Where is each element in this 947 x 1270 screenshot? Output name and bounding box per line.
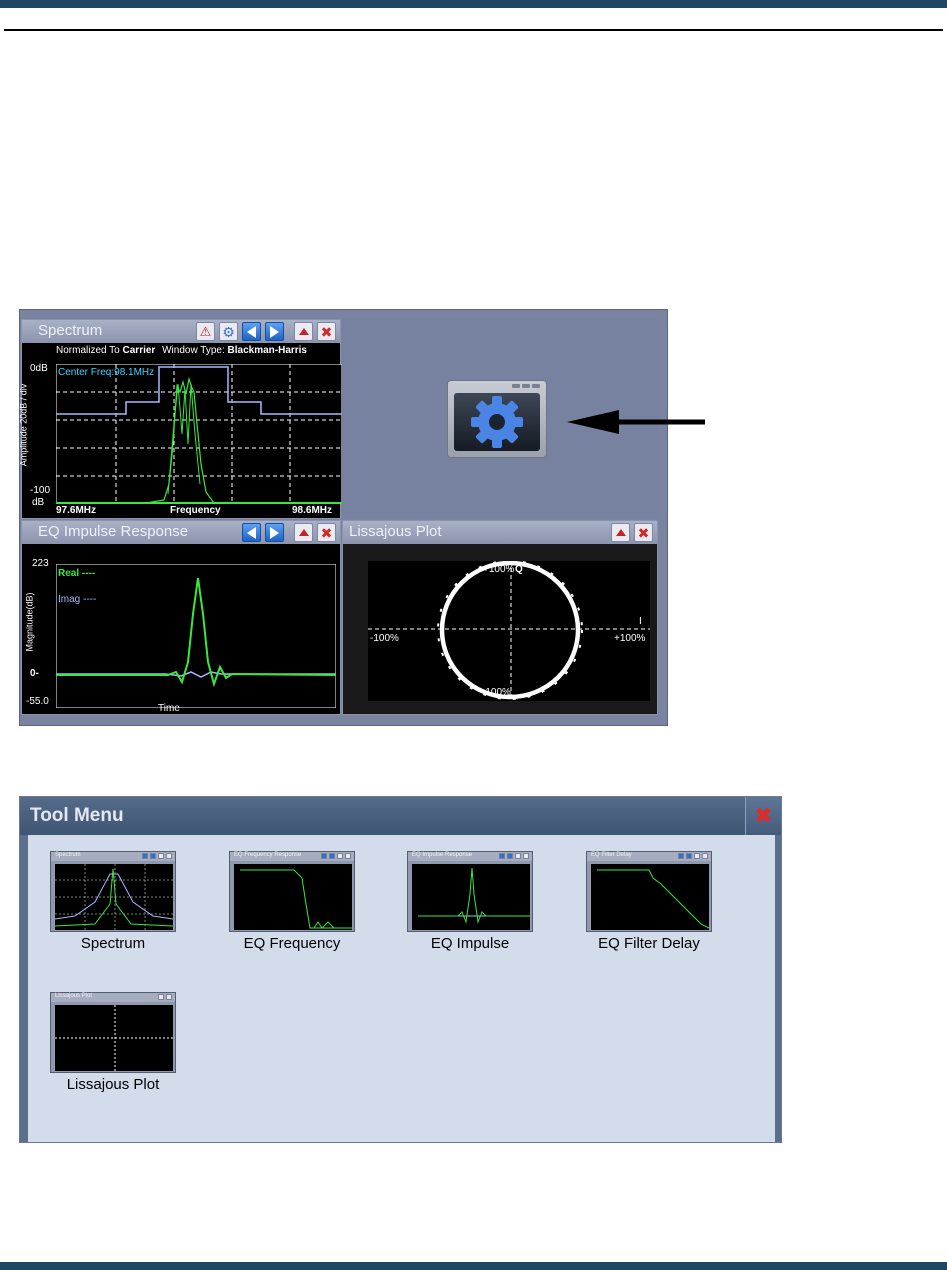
tool-eq-filter-delay-label: EQ Filter Delay [598, 935, 700, 952]
tool-menu-screenshot: Tool Menu ✖ Spectrum Spectrum EQ Frequen… [19, 796, 782, 1143]
spectrum-center-freq: Center Freq:98.1MHz [58, 367, 155, 378]
pointer-arrow [567, 410, 705, 434]
lissajous-plot [368, 561, 650, 701]
spectrum-x-right: 98.6MHz [292, 505, 333, 516]
spectrum-y-bottom: -100 [30, 485, 51, 496]
prev-arrow-icon[interactable] [242, 523, 261, 542]
lissajous-panel: Lissajous Plot ✖ +100% Q I -100% +100% -… [342, 520, 658, 715]
eq-impulse-panel: EQ Impulse Response ✖ 223 0- -55.0 Magni… [21, 520, 341, 715]
maximize-icon[interactable] [294, 523, 313, 542]
tool-eq-frequency[interactable]: EQ Frequency Response EQ Frequency [229, 851, 355, 952]
lissajous-q-label: Q [515, 564, 523, 575]
close-icon[interactable]: ✖ [634, 523, 653, 542]
lissajous-left-label: -100% [370, 633, 399, 644]
spectrum-x-center: Frequency [170, 505, 221, 516]
tool-eq-frequency-thumbnail: EQ Frequency Response [229, 851, 355, 932]
marker-icon[interactable]: ⚠ [196, 322, 215, 341]
eq-impulse-legend-imag: Imag ---- [58, 594, 97, 605]
tool-menu-left-border [20, 835, 28, 1142]
tool-eq-filter-delay[interactable]: EQ Filter Delay EQ Filter Delay [586, 851, 712, 952]
close-icon[interactable]: ✖ [317, 523, 336, 542]
spectrum-y-top: 0dB [30, 363, 48, 374]
spectrum-title: Spectrum [38, 322, 103, 339]
prev-arrow-icon[interactable] [242, 322, 261, 341]
eq-impulse-y-zero: 0- [30, 668, 39, 679]
spectrum-plot [56, 364, 342, 504]
spectrum-panel: Spectrum ⚠ ⚙ ✖ Normalized To Carrier Win… [18, 319, 342, 519]
lissajous-titlebar[interactable]: Lissajous Plot ✖ [343, 521, 657, 544]
spectrum-info: Normalized To Carrier Window Type: Black… [56, 345, 307, 356]
spectrum-y-axis-label: Amplitude 20dB / div [18, 383, 29, 467]
eq-impulse-plot [56, 564, 336, 708]
eq-impulse-x-label: Time [158, 703, 180, 714]
eq-impulse-titlebar[interactable]: EQ Impulse Response ✖ [22, 521, 340, 544]
spectrum-y-unit: dB [32, 497, 45, 508]
lissajous-bottom-label: -100% [482, 687, 511, 698]
tool-spectrum-thumbnail: Spectrum [50, 851, 176, 932]
tool-lissajous-plot[interactable]: Lissajous Plot Lissajous Plot [50, 992, 176, 1093]
tool-menu-close-button[interactable]: ✖ [745, 797, 781, 835]
tool-eq-filter-delay-thumbnail: EQ Filter Delay [586, 851, 712, 932]
tool-spectrum[interactable]: Spectrum Spectrum [50, 851, 176, 952]
footer-bar [0, 1262, 947, 1270]
close-icon[interactable]: ✖ [317, 322, 336, 341]
tool-eq-impulse-label: EQ Impulse [430, 935, 510, 952]
plots-screenshot: Spectrum ⚠ ⚙ ✖ Normalized To Carrier Win… [18, 309, 668, 726]
tool-menu-title: Tool Menu [30, 805, 124, 826]
lissajous-right-label: +100% [614, 633, 646, 644]
eq-impulse-y-bottom: -55.0 [26, 696, 49, 707]
maximize-icon[interactable] [294, 322, 313, 341]
tool-lissajous-plot-thumbnail: Lissajous Plot [50, 992, 176, 1073]
next-arrow-icon[interactable] [265, 322, 284, 341]
eq-impulse-legend-real: Real ---- [58, 568, 96, 579]
eq-impulse-y-axis-label: Magnitude(dB) [24, 592, 35, 652]
tool-menu-header: Tool Menu ✖ [20, 797, 781, 835]
eq-impulse-title: EQ Impulse Response [38, 523, 189, 540]
spectrum-titlebar[interactable]: Spectrum ⚠ ⚙ ✖ [22, 320, 340, 343]
tool-eq-impulse-thumbnail: EQ Impulse Response [407, 851, 533, 932]
next-arrow-icon[interactable] [265, 523, 284, 542]
eq-impulse-y-top: 223 [32, 558, 49, 569]
close-icon: ✖ [754, 803, 773, 828]
gear-icon [471, 396, 523, 448]
tool-menu-gear-button[interactable] [447, 380, 547, 458]
tool-menu-right-border [775, 835, 781, 1142]
lissajous-title: Lissajous Plot [349, 523, 442, 540]
tool-eq-impulse[interactable]: EQ Impulse Response EQ Impulse [407, 851, 533, 952]
spectrum-x-left: 97.6MHz [56, 505, 97, 516]
lissajous-top-label: +100% [483, 564, 515, 575]
lissajous-i-label: I [639, 616, 642, 627]
tool-lissajous-plot-label: Lissajous Plot [66, 1076, 160, 1093]
tool-spectrum-label: Spectrum [80, 935, 146, 952]
settings-gear-icon[interactable]: ⚙ [219, 322, 238, 341]
header-rule [4, 29, 943, 31]
tool-eq-frequency-label: EQ Frequency [243, 935, 341, 952]
maximize-icon[interactable] [611, 523, 630, 542]
header-bar [0, 0, 947, 8]
